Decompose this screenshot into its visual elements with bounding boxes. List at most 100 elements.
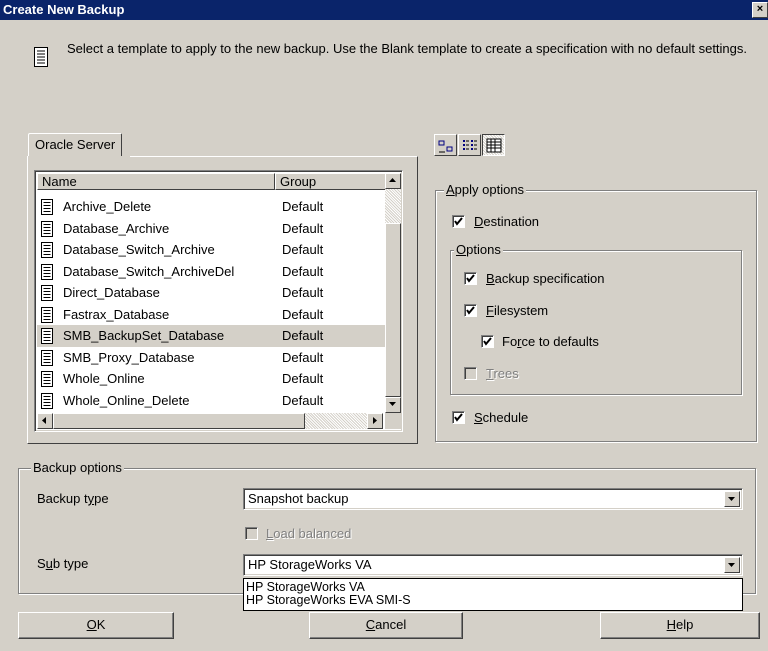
- template-group: Default: [282, 199, 324, 214]
- force-to-defaults-label[interactable]: Force to defaults: [502, 334, 599, 350]
- list-item[interactable]: Fastrax_Database Default: [37, 304, 385, 326]
- filesystem-checkbox[interactable]: [464, 304, 477, 317]
- list-item[interactable]: Database_Switch_Archive Default: [37, 239, 385, 261]
- dropdown-option[interactable]: HP StorageWorks EVA SMI-S: [244, 594, 742, 607]
- column-header-group[interactable]: Group: [275, 173, 386, 190]
- template-name: SMB_Proxy_Database: [63, 349, 195, 365]
- list-item[interactable]: SMB_BackupSet_Database Default: [37, 325, 385, 347]
- filesystem-label[interactable]: Filesystem: [486, 303, 548, 319]
- template-icon: [41, 349, 53, 366]
- template-icon: [41, 263, 53, 280]
- ok-button[interactable]: OK: [18, 612, 174, 639]
- list-item[interactable]: Database_Switch_ArchiveDel Default: [37, 261, 385, 283]
- sub-type-dropdown-list[interactable]: HP StorageWorks VA HP StorageWorks EVA S…: [243, 578, 743, 611]
- load-balanced-checkbox[interactable]: [245, 527, 258, 540]
- apply-options-legend: Apply options: [444, 182, 527, 197]
- close-button[interactable]: ×: [752, 2, 768, 18]
- scroll-up-button[interactable]: [385, 173, 401, 189]
- force-to-defaults-checkbox[interactable]: [481, 335, 494, 348]
- sub-type-combobox[interactable]: HP StorageWorks VA: [243, 554, 743, 576]
- template-group: Default: [282, 328, 324, 343]
- template-icon: [41, 392, 53, 409]
- vertical-scroll-thumb[interactable]: [385, 223, 401, 397]
- template-name: Database_Archive: [63, 220, 170, 236]
- list-item[interactable]: Whole_Online Default: [37, 368, 385, 390]
- scroll-down-button[interactable]: [385, 397, 401, 413]
- title-bar: Create New Backup ×: [0, 0, 768, 20]
- schedule-label[interactable]: Schedule: [474, 410, 528, 426]
- template-icon: [41, 371, 53, 387]
- backup-type-combobox[interactable]: Snapshot backup: [243, 488, 743, 510]
- list-view-icon: [463, 140, 477, 150]
- large-icons-view-button[interactable]: [434, 134, 457, 156]
- cancel-button[interactable]: Cancel: [309, 612, 463, 639]
- template-name: Whole_Online_Delete: [63, 392, 190, 408]
- scroll-corner: [385, 413, 401, 429]
- template-group: Default: [282, 242, 324, 257]
- list-item[interactable]: Whole_Online_Delete Default: [37, 390, 385, 412]
- template-name: SMB_BackupSet_Database: [63, 328, 225, 343]
- check-icon: [454, 413, 463, 422]
- template-list[interactable]: Name Group Archive_Delete Default Database…: [34, 170, 403, 432]
- options-legend: Options: [454, 242, 503, 257]
- template-name: Database_Switch_ArchiveDel: [63, 263, 235, 279]
- template-icon: [41, 328, 53, 344]
- chevron-down-icon: [728, 497, 735, 501]
- arrow-up-icon: [389, 178, 396, 182]
- sub-type-label: Sub type: [37, 556, 89, 571]
- details-view-icon: [486, 138, 502, 153]
- destination-label[interactable]: Destination: [474, 214, 539, 230]
- arrow-down-icon: [389, 402, 396, 406]
- backup-type-dropdown-button[interactable]: [724, 491, 740, 507]
- template-group: Default: [282, 349, 324, 365]
- template-icon: [41, 306, 53, 323]
- sub-type-dropdown-button[interactable]: [724, 557, 740, 573]
- template-icon: [41, 285, 53, 301]
- template-group: Default: [282, 392, 324, 408]
- info-icon: [33, 46, 49, 68]
- template-group: Default: [282, 220, 324, 236]
- info-text: Select a template to apply to the new ba…: [67, 41, 748, 56]
- arrow-left-icon: [42, 417, 46, 424]
- trees-label[interactable]: Trees: [486, 366, 519, 382]
- details-view-button[interactable]: [482, 134, 505, 156]
- sub-type-value: HP StorageWorks VA: [248, 557, 372, 572]
- horizontal-scroll-thumb[interactable]: [53, 413, 305, 429]
- template-icon: [41, 242, 53, 258]
- backup-specification-label[interactable]: Backup specification: [486, 271, 605, 287]
- backup-type-label: Backup type: [37, 491, 109, 506]
- list-view-button[interactable]: [458, 134, 481, 156]
- schedule-checkbox[interactable]: [452, 411, 465, 424]
- template-name: Whole_Online: [63, 371, 145, 386]
- check-icon: [466, 274, 475, 283]
- scroll-right-button[interactable]: [367, 413, 383, 429]
- trees-checkbox[interactable]: [464, 367, 477, 380]
- large-icons-view-icon: [438, 140, 453, 153]
- scroll-left-button[interactable]: [37, 413, 53, 429]
- load-balanced-label[interactable]: Load balanced: [266, 526, 351, 542]
- column-header-name[interactable]: Name: [37, 173, 275, 190]
- backup-type-value: Snapshot backup: [248, 491, 349, 506]
- check-icon: [454, 217, 463, 226]
- tab-oracle-server[interactable]: Oracle Server: [28, 133, 123, 156]
- template-icon: [41, 199, 53, 215]
- template-name: Database_Switch_Archive: [63, 242, 215, 257]
- template-name: Direct_Database: [63, 285, 160, 300]
- check-icon: [466, 306, 475, 315]
- help-button[interactable]: Help: [600, 612, 760, 639]
- list-item[interactable]: Database_Archive Default: [37, 218, 385, 240]
- backup-options-legend: Backup options: [31, 460, 124, 475]
- list-item[interactable]: SMB_Proxy_Database Default: [37, 347, 385, 369]
- template-name: Archive_Delete: [63, 199, 152, 214]
- template-group: Default: [282, 371, 324, 386]
- destination-checkbox[interactable]: [452, 215, 465, 228]
- template-group: Default: [282, 263, 324, 279]
- template-group: Default: [282, 306, 324, 322]
- backup-specification-checkbox[interactable]: [464, 272, 477, 285]
- chevron-down-icon: [728, 563, 735, 567]
- list-item[interactable]: Archive_Delete Default: [37, 196, 385, 218]
- list-item[interactable]: Direct_Database Default: [37, 282, 385, 304]
- check-icon: [483, 337, 492, 346]
- window-title: Create New Backup: [3, 2, 125, 17]
- document-icon: [34, 47, 48, 67]
